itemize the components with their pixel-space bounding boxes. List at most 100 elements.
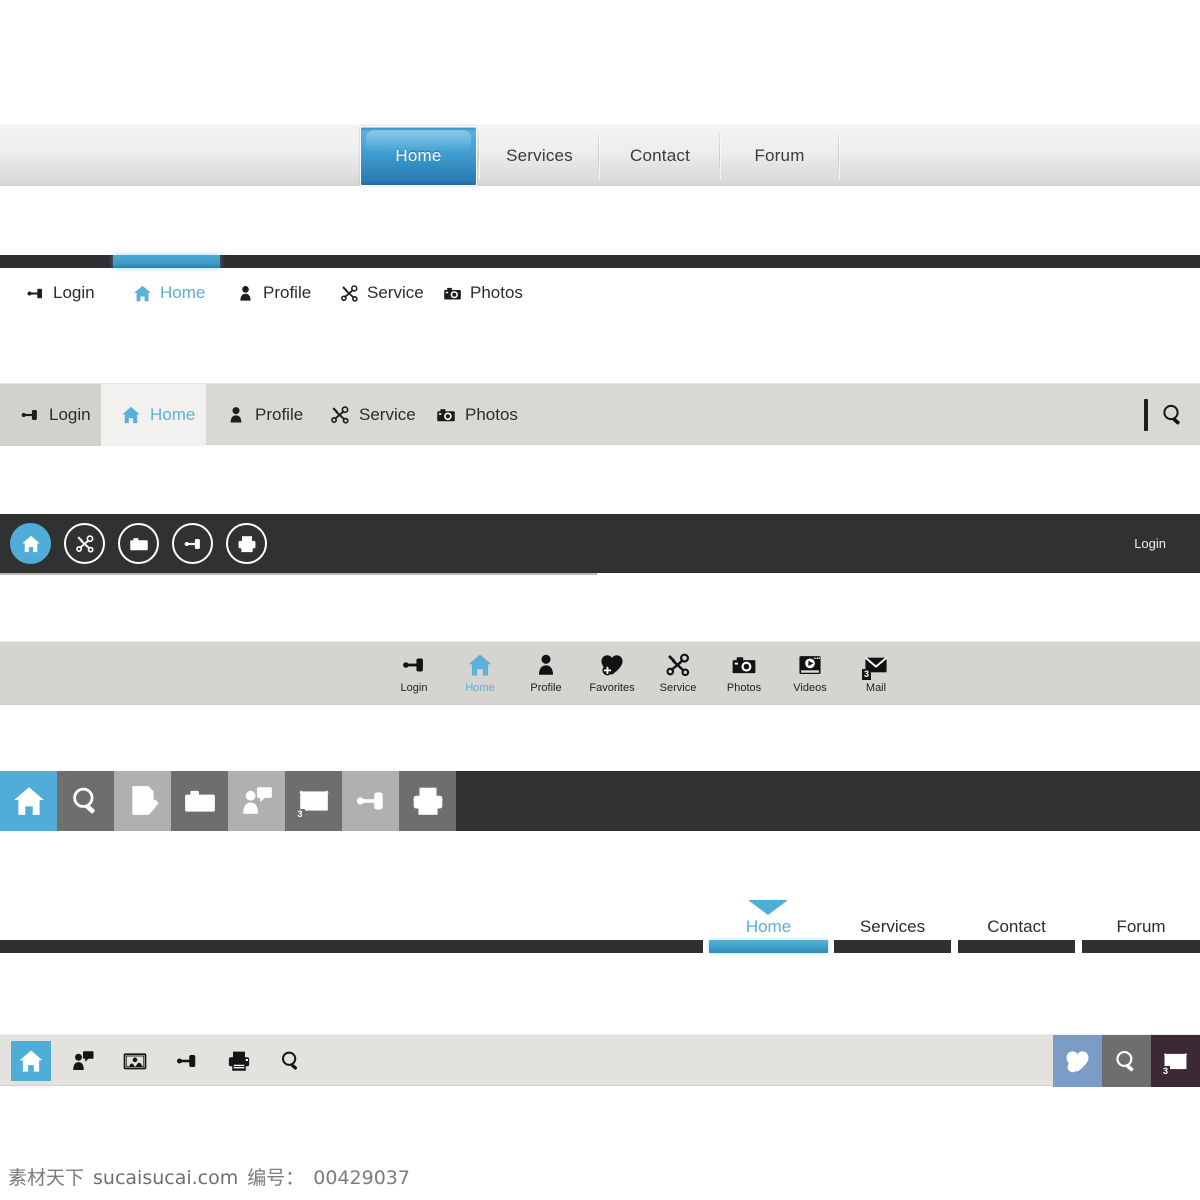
labelled-nav-item-mail[interactable]: 3 Mail (855, 649, 897, 694)
mail-icon: 3 (862, 649, 889, 680)
tile-button-search[interactable] (57, 771, 114, 831)
profile-icon (533, 649, 559, 678)
key-icon (354, 784, 388, 818)
tab-services[interactable]: Services (482, 125, 597, 187)
glossy-tab-bar: Home Services Contact Forum (0, 124, 1200, 186)
labelled-nav-item-home[interactable]: Home (459, 649, 501, 694)
bottom-button-image[interactable] (115, 1041, 155, 1081)
strip-nav-item-home[interactable]: Home (133, 283, 205, 303)
dropdown-nav-item-home[interactable]: Home (709, 917, 828, 937)
tab-forum[interactable]: Forum (722, 125, 837, 187)
dropdown-nav-lead-segment (0, 940, 703, 953)
service-icon (340, 284, 359, 303)
mail-icon: 3 (295, 784, 331, 820)
segmented-nav-item-label: Service (359, 405, 416, 424)
strip-nav-item-label: Profile (263, 283, 312, 302)
segmented-nav-item-login[interactable]: Login (0, 384, 101, 446)
bottom-toolbar-left-buttons (11, 1035, 311, 1087)
heart-plus-icon (1064, 1048, 1091, 1075)
strip-nav-item-label: Login (53, 283, 95, 302)
labelled-nav-item-videos[interactable]: Videos (789, 649, 831, 694)
strip-nav-item-profile[interactable]: Profile (236, 283, 311, 303)
tab-separator (838, 133, 840, 179)
tab-label: Home (395, 146, 442, 165)
circle-button-camera[interactable] (118, 523, 159, 564)
image-icon (123, 1049, 147, 1073)
labelled-icon-bar: Login Home Profile Favorites Service Photos Vi… (0, 641, 1200, 705)
segmented-nav-item-home[interactable]: Home (101, 384, 206, 446)
labelled-nav-item-service[interactable]: Service (657, 649, 699, 694)
segmented-nav-item-label: Profile (255, 405, 304, 424)
segmented-nav-item-profile[interactable]: Profile (206, 384, 310, 446)
heart-plus-icon (599, 649, 625, 678)
search-divider (1144, 399, 1148, 431)
tile-button-home[interactable] (0, 771, 57, 831)
home-icon (21, 534, 41, 554)
watermark-id-value: 00429037 (313, 1167, 410, 1189)
circle-button-key[interactable] (172, 523, 213, 564)
bottom-button-search[interactable] (271, 1041, 311, 1081)
key-icon (26, 284, 45, 303)
segmented-nav-item-photos[interactable]: Photos (416, 384, 520, 446)
service-icon (330, 405, 350, 425)
dropdown-nav-item-forum[interactable]: Forum (1082, 917, 1200, 937)
tile-button-mail[interactable]: 3 (285, 771, 342, 831)
labelled-nav-item-label: Profile (530, 682, 562, 694)
search-icon[interactable] (1156, 398, 1190, 432)
tab-label: Services (506, 146, 573, 165)
segmented-nav-item-service[interactable]: Service (310, 384, 416, 446)
tab-label: Forum (754, 146, 805, 165)
dropdown-nav-item-services[interactable]: Services (834, 917, 951, 937)
strip-nav-item-photos[interactable]: Photos (443, 283, 523, 303)
home-icon (121, 405, 141, 425)
strip-nav-item-service[interactable]: Service (340, 283, 424, 303)
key-icon (183, 534, 203, 554)
badge-count: 3 (295, 809, 305, 820)
camera-icon (129, 534, 149, 554)
labelled-nav-item-favorites[interactable]: Favorites (589, 649, 635, 694)
strip-active-highlight (113, 255, 220, 268)
circle-button-home[interactable] (10, 523, 51, 564)
bottom-button-chat-user[interactable] (63, 1041, 103, 1081)
mail-icon: 3 (1161, 1048, 1189, 1077)
bottom-button-printer[interactable] (219, 1041, 259, 1081)
bottom-button-home[interactable] (11, 1041, 51, 1081)
labelled-nav-item-profile[interactable]: Profile (525, 649, 567, 694)
home-icon (467, 649, 493, 678)
labelled-nav-item-login[interactable]: Login (393, 649, 435, 694)
circle-bar-login-link[interactable]: Login (1134, 514, 1166, 573)
search-icon (279, 1049, 303, 1073)
tile-button-printer[interactable] (399, 771, 456, 831)
tile-button-document[interactable] (114, 771, 171, 831)
strip-accent-bar (0, 255, 1200, 268)
circle-button-printer[interactable] (226, 523, 267, 564)
tile-icon-items: 3 (0, 771, 456, 831)
bottom-tile-heart-plus[interactable] (1053, 1035, 1102, 1087)
document-icon (126, 784, 160, 818)
bottom-tile-search[interactable] (1102, 1035, 1151, 1087)
tile-button-key[interactable] (342, 771, 399, 831)
labelled-nav-item-label: Service (659, 682, 697, 694)
labelled-nav-item-label: Videos (793, 682, 827, 694)
chat-user-icon (240, 784, 274, 818)
service-icon (665, 649, 691, 678)
tab-label: Contact (630, 146, 690, 165)
labelled-nav-item-photos[interactable]: Photos (723, 649, 765, 694)
tab-home[interactable]: Home (360, 126, 477, 186)
tile-button-chat-user[interactable] (228, 771, 285, 831)
bottom-toolbar: 3 (0, 1034, 1200, 1087)
segmented-nav-item-label: Photos (465, 405, 518, 424)
circle-button-service[interactable] (64, 523, 105, 564)
dropdown-nav-item-contact[interactable]: Contact (958, 917, 1075, 937)
home-icon (133, 284, 152, 303)
strip-nav-item-login[interactable]: Login (26, 283, 95, 303)
segmented-nav-bar: Login Home Profile Service Photos (0, 383, 1200, 446)
tab-separator (478, 133, 480, 179)
labelled-nav-item-label: Photos (726, 682, 762, 694)
tab-contact[interactable]: Contact (600, 125, 720, 187)
bottom-tile-mail[interactable]: 3 (1151, 1035, 1200, 1087)
watermark-id-label: 编号： (247, 1167, 305, 1189)
key-icon (401, 649, 427, 678)
bottom-button-key[interactable] (167, 1041, 207, 1081)
tile-button-camera[interactable] (171, 771, 228, 831)
